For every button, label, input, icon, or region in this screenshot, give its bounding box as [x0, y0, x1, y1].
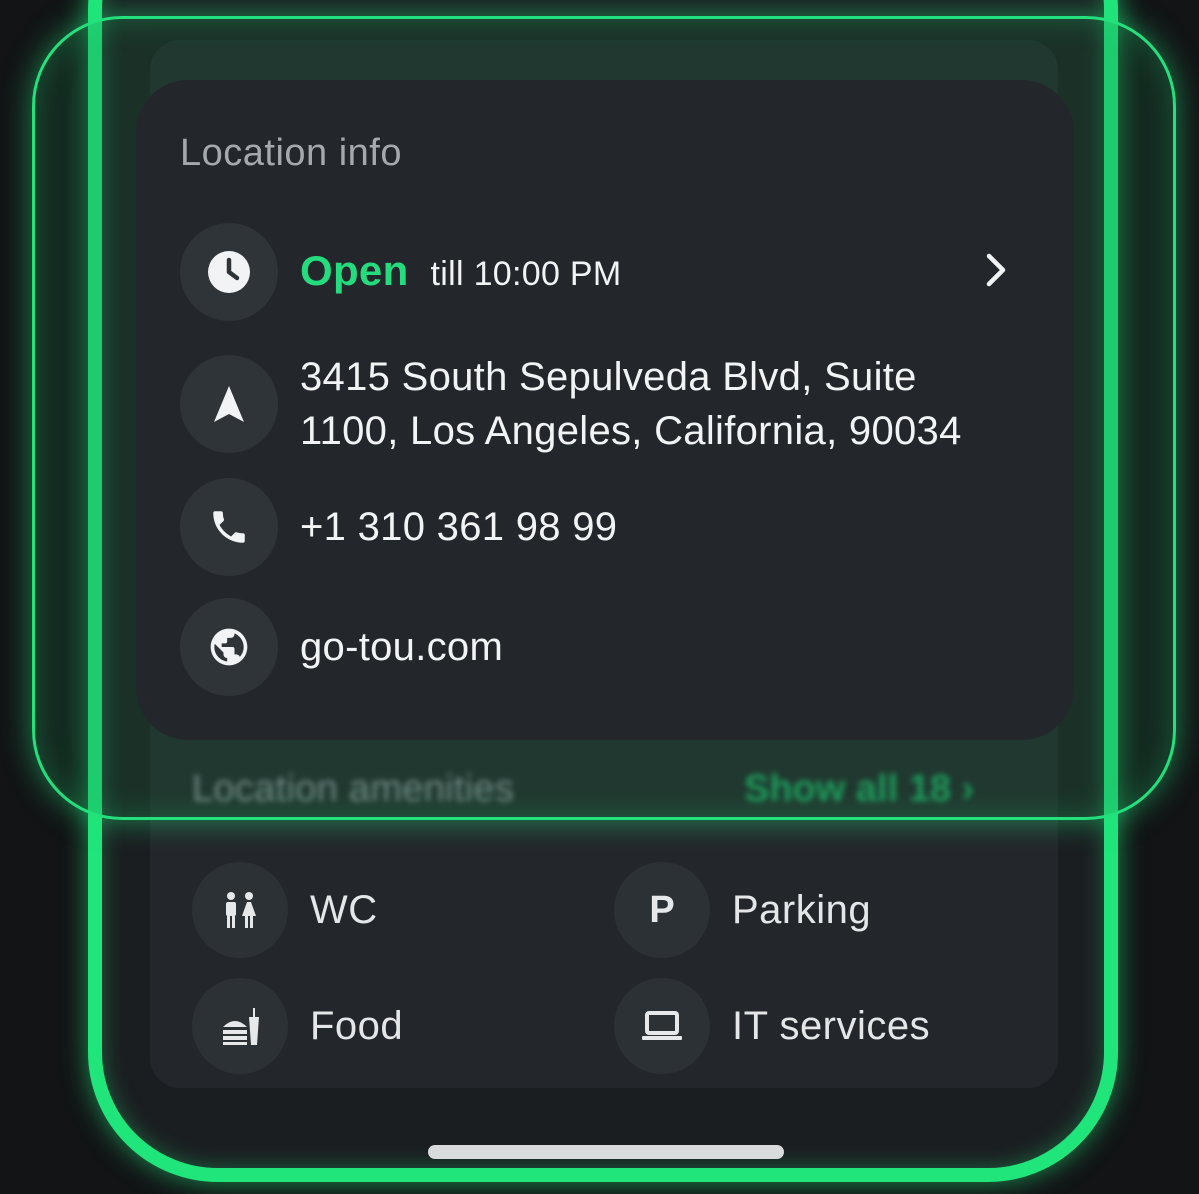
amenity-label: WC [310, 887, 378, 932]
phone-icon [180, 478, 278, 576]
location-info-card: Location info Open till 10:00 PM 3415 So… [136, 80, 1074, 740]
website-row[interactable]: go-tou.com [180, 598, 503, 696]
hours-row[interactable]: Open till 10:00 PM [180, 223, 1030, 321]
amenity-label: Parking [732, 887, 872, 932]
amenity-label: Food [310, 1003, 404, 1048]
screen: Location amenities Show all 18 › WC P Pa… [0, 0, 1199, 1194]
laptop-icon [614, 978, 710, 1074]
card-title: Location info [180, 132, 402, 174]
restroom-icon [192, 862, 288, 958]
food-icon [192, 978, 288, 1074]
clock-icon [180, 223, 278, 321]
navigation-arrow-icon [180, 355, 278, 453]
home-indicator [428, 1145, 784, 1159]
phone-number: +1 310 361 98 99 [300, 505, 618, 549]
amenity-food[interactable]: Food [192, 978, 403, 1074]
hours-detail: till 10:00 PM [430, 254, 622, 293]
amenity-parking[interactable]: P Parking [614, 862, 871, 958]
globe-icon [180, 598, 278, 696]
address-text: 3415 South Sepulveda Blvd, Suite 1100, L… [300, 350, 962, 458]
chevron-right-icon[interactable] [984, 252, 1008, 293]
address-row[interactable]: 3415 South Sepulveda Blvd, Suite 1100, L… [180, 350, 962, 458]
address-line-2: 1100, Los Angeles, California, 90034 [300, 409, 962, 453]
amenity-it-services[interactable]: IT services [614, 978, 930, 1074]
address-line-1: 3415 South Sepulveda Blvd, Suite [300, 355, 917, 399]
amenity-wc[interactable]: WC [192, 862, 378, 958]
open-status: Open [300, 246, 409, 294]
amenity-label: IT services [732, 1003, 931, 1048]
phone-row[interactable]: +1 310 361 98 99 [180, 478, 617, 576]
parking-icon: P [614, 862, 710, 958]
website-link[interactable]: go-tou.com [300, 620, 503, 674]
